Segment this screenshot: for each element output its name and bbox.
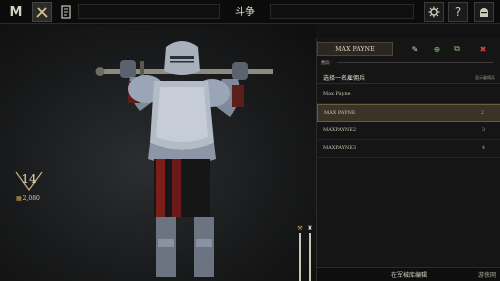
top-bar-divider-left xyxy=(78,4,220,19)
list-item[interactable]: Max Payne xyxy=(317,86,500,104)
cost-divider xyxy=(337,62,493,63)
page-title: 斗争 xyxy=(235,7,255,18)
list-item[interactable]: MAXPAYNE2 3 xyxy=(317,122,500,140)
mercenary-panel: MAX PAYNE ✎ ⊕ ⧉ ✖ 费用： 选择一名雇佣兵 显示雇佣兵 Max … xyxy=(316,38,500,281)
armor-bar: ♜ xyxy=(306,225,314,281)
knight-figure[interactable] xyxy=(0,25,316,281)
hammer-icon: ⚒ xyxy=(297,225,303,232)
level-number: 14 xyxy=(21,172,37,186)
selected-mercenary-tab[interactable]: MAX PAYNE xyxy=(317,42,393,56)
cost-row: 费用： xyxy=(317,58,500,67)
gear-icon[interactable] xyxy=(424,2,444,22)
gold-bar-track xyxy=(299,233,301,281)
panel-header: MAX PAYNE ✎ ⊕ ⧉ ✖ xyxy=(317,42,500,56)
list-item[interactable]: MAXPAYNE3 4 xyxy=(317,140,500,158)
gold-bar: ⚒ xyxy=(296,225,304,281)
list-title: 选择一名雇佣兵 xyxy=(323,75,366,82)
duplicate-icon[interactable]: ⧉ xyxy=(451,43,463,55)
character-scene: 14 ▦ 2,080 ⚒ ♜ xyxy=(0,25,316,281)
armor-bar-track xyxy=(309,233,311,281)
helmet-icon[interactable] xyxy=(474,2,494,22)
help-icon[interactable]: ? xyxy=(448,2,468,22)
mercenary-list: Max Payne MAX PAYNE 2 MAXPAYNE2 3 MAXPAY… xyxy=(317,86,500,158)
top-bar: M 斗争 ? xyxy=(0,0,500,24)
add-icon[interactable]: ⊕ xyxy=(431,43,443,55)
list-item-number: 4 xyxy=(481,145,485,151)
logo-icon[interactable]: M xyxy=(6,2,26,22)
gold-coins-icon: ▦ xyxy=(16,195,22,202)
delete-icon[interactable]: ✖ xyxy=(477,43,489,55)
watermark: 游侠网 xyxy=(477,272,496,279)
gold-value: 2,080 xyxy=(22,195,40,202)
list-item-number: 3 xyxy=(481,127,485,133)
list-item-name: MAXPAYNE2 xyxy=(323,127,357,133)
sword-pommel xyxy=(95,67,105,76)
list-item-name: MAX PAYNE xyxy=(324,110,356,116)
armor-icon: ♜ xyxy=(307,225,313,232)
scroll-icon[interactable] xyxy=(56,2,76,22)
list-item-number: 2 xyxy=(480,110,484,116)
list-column-label: 显示雇佣兵 xyxy=(475,75,495,80)
level-badge: 14 xyxy=(14,170,44,194)
cost-label: 费用： xyxy=(321,59,333,65)
list-item-name: Max Payne xyxy=(323,91,351,97)
edit-in-armory-button[interactable]: 在军械库编辑 xyxy=(317,267,500,281)
top-bar-divider-right xyxy=(270,4,414,19)
gold-amount: ▦ 2,080 xyxy=(16,195,40,202)
brush-icon[interactable]: ✎ xyxy=(409,43,421,55)
crossed-swords-icon[interactable] xyxy=(32,2,52,22)
list-item-name: MAXPAYNE3 xyxy=(323,145,357,151)
list-item-selected[interactable]: MAX PAYNE 2 xyxy=(317,104,500,122)
list-header: 选择一名雇佣兵 显示雇佣兵 xyxy=(317,71,500,84)
